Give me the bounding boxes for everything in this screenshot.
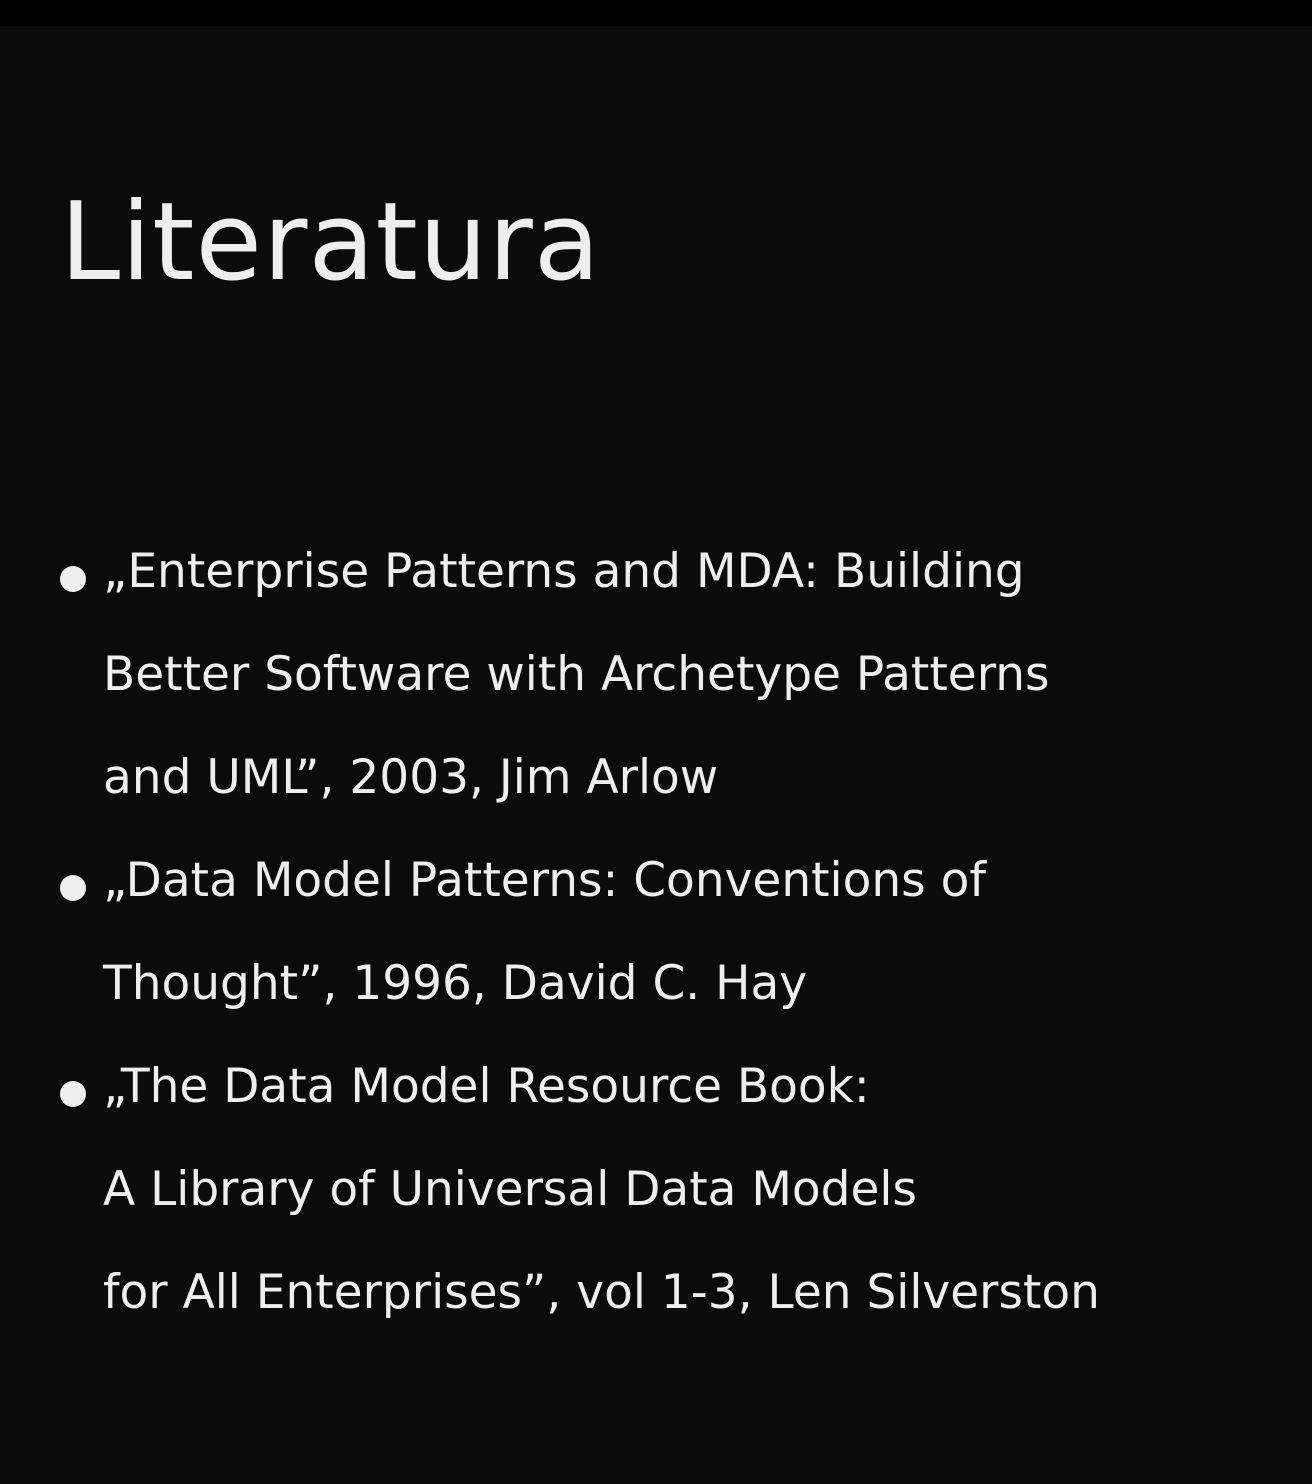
- list-item-line: „The Data Model Resource Book:: [103, 1059, 870, 1114]
- bullet-icon: [60, 875, 86, 901]
- slide: Literatura „Enterprise Patterns and MDA:…: [0, 26, 1312, 1484]
- list-item-line: A Library of Universal Data Models: [103, 1162, 917, 1217]
- bullet-icon: [60, 1081, 86, 1107]
- list-item-line: Thought”, 1996, David C. Hay: [103, 956, 808, 1011]
- literature-list: „Enterprise Patterns and MDA: Building B…: [0, 520, 1312, 1344]
- bullet-icon: [60, 566, 86, 592]
- list-item: „Enterprise Patterns and MDA: Building B…: [0, 520, 1312, 829]
- list-item: „Data Model Patterns: Conventions of Tho…: [0, 829, 1312, 1035]
- list-item-line: „Data Model Patterns: Conventions of: [103, 853, 986, 908]
- top-bar: [0, 0, 1312, 26]
- list-item: „The Data Model Resource Book: A Library…: [0, 1035, 1312, 1344]
- list-item-line: „Enterprise Patterns and MDA: Building: [103, 544, 1025, 599]
- list-item-line: for All Enterprises”, vol 1-3, Len Silve…: [103, 1265, 1100, 1320]
- list-item-line: Better Software with Archetype Patterns: [103, 647, 1050, 702]
- list-item-line: and UML”, 2003, Jim Arlow: [103, 750, 719, 805]
- slide-title: Literatura: [60, 180, 601, 305]
